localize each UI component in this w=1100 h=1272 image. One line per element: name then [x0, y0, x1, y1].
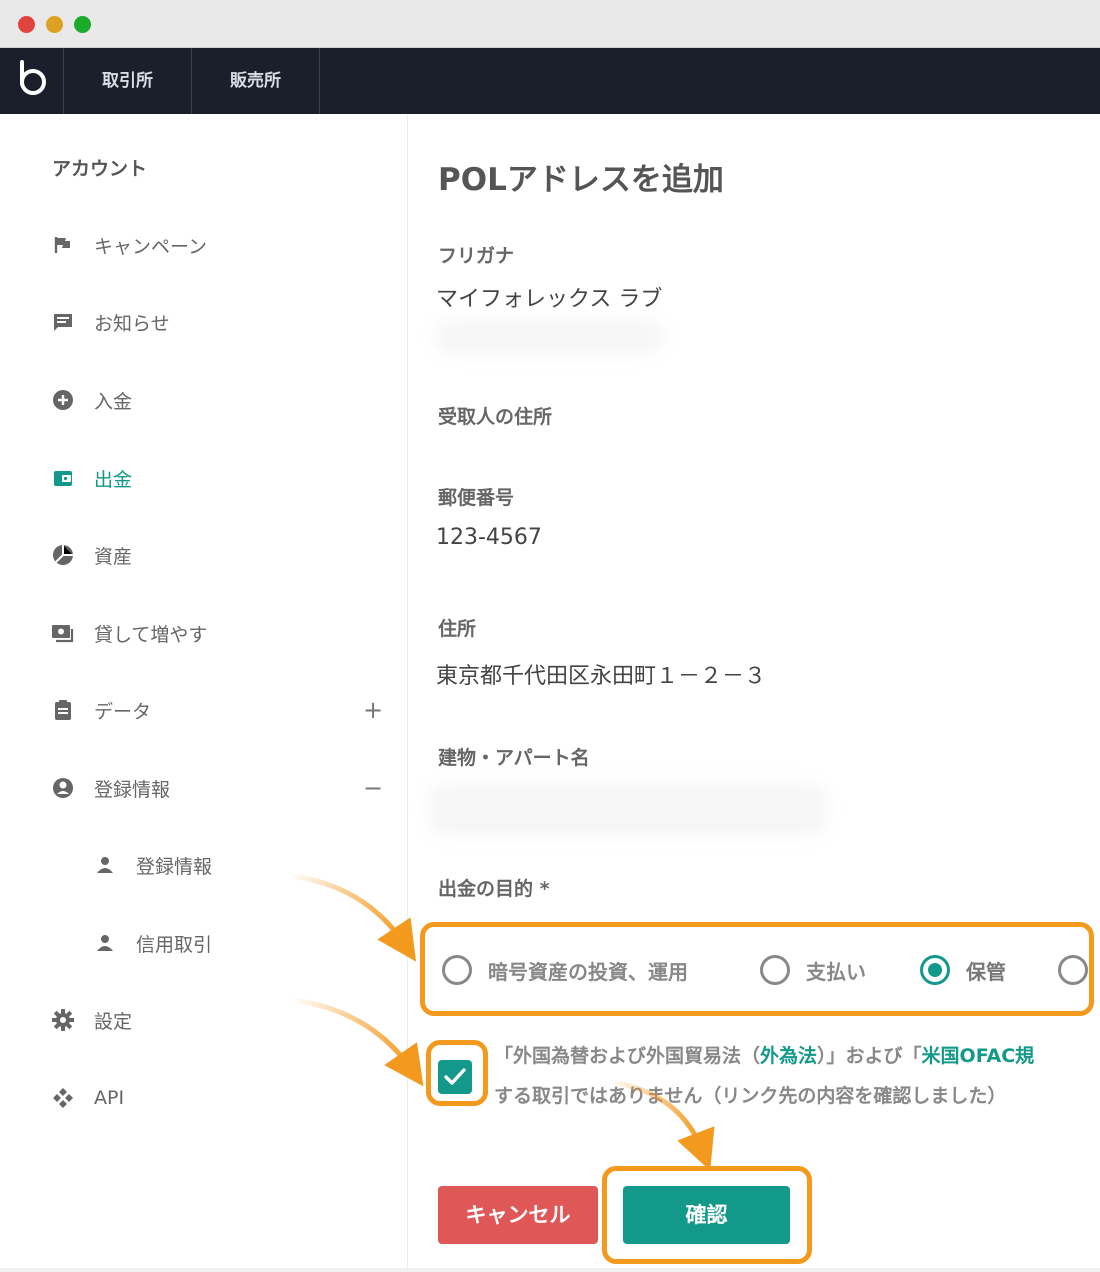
person-icon [92, 852, 118, 878]
sidebar-item-data[interactable]: データ [50, 695, 151, 725]
building-field-blurred [428, 784, 828, 836]
window-bottom-edge [0, 1268, 1100, 1272]
checkbox-highlight-box [426, 1040, 488, 1106]
money-icon [50, 620, 76, 646]
purpose-highlight-box [420, 922, 1094, 1016]
sidebar-item-label: 登録情報 [136, 855, 213, 878]
consent-line-1: 「外国為替および外国貿易法（外為法）」および「米国OFAC規 [494, 1041, 1034, 1068]
window-titlebar [0, 0, 1100, 48]
message-icon [50, 309, 76, 335]
sidebar-item-registration[interactable]: 登録情報 [50, 773, 170, 803]
ofac-link[interactable]: 米国OFAC規 [922, 1045, 1035, 1067]
blurred-field [434, 320, 664, 354]
plus-circle-icon [50, 387, 76, 413]
sidebar-item-label: データ [94, 700, 152, 723]
bitbank-logo[interactable] [0, 48, 64, 114]
sidebar-item-label: 貸して増やす [94, 623, 208, 646]
close-window-button[interactable] [18, 16, 35, 33]
maximize-window-button[interactable] [74, 16, 91, 33]
top-navigation: 取引所 販売所 [0, 48, 1100, 114]
tab-retail[interactable]: 販売所 [192, 48, 320, 114]
sidebar-item-label: 登録情報 [94, 778, 171, 801]
sidebar: アカウント キャンペーン お知らせ 入金 出金 資産 貸して増やす データ + … [0, 114, 408, 1272]
fx-law-link[interactable]: 外為法 [760, 1045, 817, 1067]
sidebar-subitem-margin[interactable]: 信用取引 [92, 928, 212, 958]
sidebar-item-api[interactable]: API [50, 1083, 124, 1113]
flag-icon [50, 232, 76, 258]
consent-text: ）」および「 [817, 1045, 922, 1067]
collapse-toggle[interactable]: − [360, 773, 386, 803]
sidebar-title: アカウント [52, 158, 148, 180]
expand-toggle[interactable]: + [360, 695, 386, 725]
address-label: 住所 [438, 618, 477, 640]
pie-chart-icon [50, 542, 76, 568]
postal-code-value: 123-4567 [436, 525, 542, 550]
postal-code-label: 郵便番号 [438, 487, 515, 509]
sidebar-subitem-registration[interactable]: 登録情報 [92, 850, 212, 880]
minimize-window-button[interactable] [46, 16, 63, 33]
furigana-label: フリガナ [438, 245, 515, 267]
gear-icon [50, 1007, 76, 1033]
sidebar-item-notices[interactable]: お知らせ [50, 307, 170, 337]
building-label: 建物・アパート名 [438, 747, 590, 769]
sidebar-item-label: 信用取引 [136, 933, 213, 956]
sidebar-item-assets[interactable]: 資産 [50, 540, 132, 570]
sidebar-item-label: 設定 [94, 1010, 133, 1033]
confirm-highlight-box [602, 1166, 812, 1264]
sidebar-item-label: 資産 [94, 545, 133, 568]
furigana-value: マイフォレックス ラブ [436, 287, 663, 312]
sidebar-item-campaign[interactable]: キャンペーン [50, 230, 207, 260]
consent-text: 「外国為替および外国貿易法（ [494, 1045, 761, 1067]
purpose-label: 出金の目的 * [438, 878, 550, 900]
clipboard-icon [50, 697, 76, 723]
sidebar-item-label: 入金 [94, 390, 133, 413]
address-value: 東京都千代田区永田町１－２－３ [436, 664, 767, 689]
sidebar-item-label: キャンペーン [94, 235, 208, 258]
sidebar-item-settings[interactable]: 設定 [50, 1005, 132, 1035]
page-title: POLアドレスを追加 [438, 162, 724, 198]
sidebar-item-label: 出金 [94, 468, 133, 491]
main-content: POLアドレスを追加 フリガナ マイフォレックス ラブ 受取人の住所 郵便番号 … [408, 114, 1100, 1272]
wallet-icon [50, 465, 76, 491]
consent-line-2: する取引ではありません（リンク先の内容を確認しました） [494, 1085, 1007, 1107]
sidebar-item-deposit[interactable]: 入金 [50, 385, 132, 415]
person-icon [92, 930, 118, 956]
account-circle-icon [50, 775, 76, 801]
sidebar-item-label: API [94, 1087, 125, 1109]
tab-exchange[interactable]: 取引所 [64, 48, 192, 114]
address-section-title: 受取人の住所 [438, 406, 553, 428]
sidebar-item-lending[interactable]: 貸して増やす [50, 618, 207, 648]
cancel-button[interactable]: キャンセル [438, 1186, 598, 1244]
sidebar-item-withdraw[interactable]: 出金 [50, 463, 132, 493]
sidebar-item-label: お知らせ [94, 312, 170, 335]
api-icon [50, 1085, 76, 1111]
